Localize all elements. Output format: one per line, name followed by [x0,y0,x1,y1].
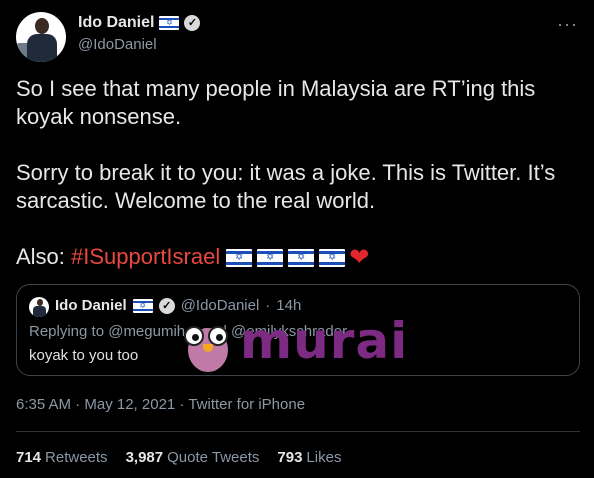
tweet-text: So I see that many people in Malaysia ar… [16,75,576,300]
likes-stat[interactable]: 793 Likes [277,449,341,466]
quoted-avatar [29,297,49,317]
tweet-paragraph-2: Sorry to break it to you: it was a joke.… [16,160,556,213]
author-handle[interactable]: @IdoDaniel [78,36,200,53]
israel-flag-icon: ✡ [226,249,253,268]
quote-tweets-stat[interactable]: 3,987 Quote Tweets [126,449,260,466]
owl-bird-icon [182,320,234,374]
avatar[interactable] [16,12,66,62]
tweet-paragraph-3: Also: #ISupportIsrael ✡ ✡ ✡ ✡ ❤ [16,243,576,272]
author-block: Ido Daniel ✡ ✓ @IdoDaniel [78,12,201,53]
verified-badge-icon: ✓ [184,15,201,31]
watermark-text: murai [240,312,409,370]
hashtag-link[interactable]: #ISupportIsrael [71,244,220,269]
israel-flag-icon: ✡ [159,16,180,30]
tweet-paragraph-1: So I see that many people in Malaysia ar… [16,76,536,129]
israel-flag-icon: ✡ [257,249,284,268]
tweet-stats: 714 Retweets 3,987 Quote Tweets 793 Likes [16,449,341,466]
author-name[interactable]: Ido Daniel [78,14,154,32]
divider [16,431,580,432]
israel-flag-icon: ✡ [132,298,153,313]
quoted-author-name: Ido Daniel [55,297,127,314]
retweets-stat[interactable]: 714 Retweets [16,449,108,466]
verified-badge-icon: ✓ [158,297,175,314]
israel-flag-icon: ✡ [288,249,315,268]
quoted-text: koyak to you too [29,347,139,364]
murai-watermark: murai [182,312,407,376]
also-label: Also: [16,244,72,269]
israel-flag-icon: ✡ [319,249,346,268]
tweet-timestamp[interactable]: 6:35 AM · May 12, 2021 · Twitter for iPh… [16,396,305,413]
tweet-card: Ido Daniel ✡ ✓ @IdoDaniel ··· So I see t… [0,0,594,478]
more-options-icon[interactable]: ··· [557,14,578,35]
heart-icon: ❤ [349,244,370,272]
flags-row: ✡ ✡ ✡ ✡ [226,249,346,268]
